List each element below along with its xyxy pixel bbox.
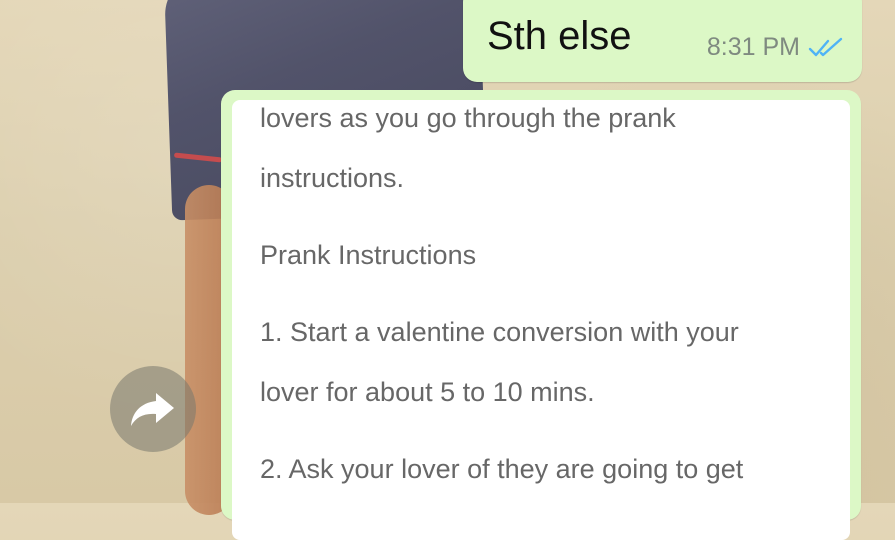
message-line: 2. Ask your lover of they are going to g…	[260, 454, 744, 484]
outgoing-message-bubble[interactable]: Sth else 8:31 PM	[463, 0, 862, 82]
message-timestamp: 8:31 PM	[706, 33, 800, 61]
outgoing-message-text: Sth else	[487, 14, 632, 58]
message-line: instructions.	[260, 163, 405, 193]
double-check-read-icon	[808, 37, 843, 56]
message-line: lover for about 5 to 10 mins.	[260, 377, 595, 407]
forward-arrow-icon	[131, 393, 174, 426]
outgoing-message-meta: 8:31 PM	[707, 35, 844, 60]
message-line: lovers as you go through the prank	[260, 103, 676, 133]
message-line: 1. Start a valentine conversion with you…	[260, 317, 739, 347]
forwarded-message-body: lovers as you go through the prank instr…	[232, 100, 850, 540]
forward-button[interactable]	[110, 366, 196, 452]
message-heading: Prank Instructions	[260, 240, 477, 270]
forwarded-message-bubble[interactable]: lovers as you go through the prank instr…	[221, 90, 861, 540]
